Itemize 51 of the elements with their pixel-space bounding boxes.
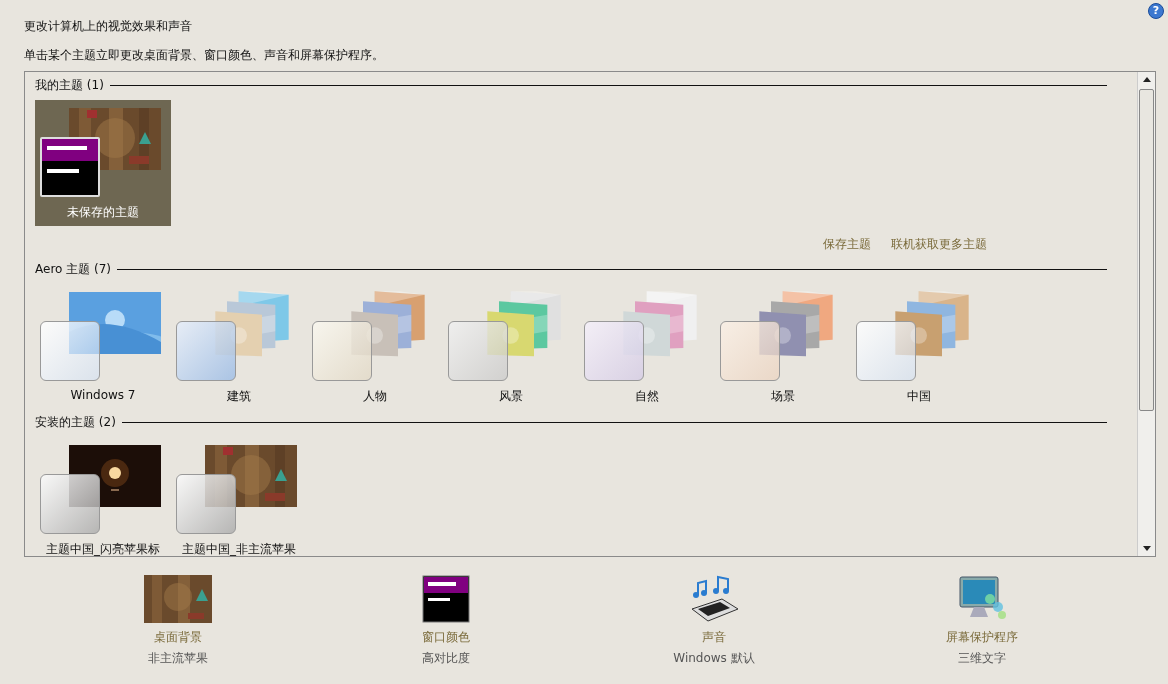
theme-item[interactable]: 场景 (715, 284, 851, 410)
group-title: Aero 主题 (7) (35, 261, 112, 278)
theme-item[interactable]: 风景 (443, 284, 579, 410)
theme-item[interactable]: 中国 (851, 284, 987, 410)
theme-name: 未保存的主题 (67, 204, 139, 221)
theme-item[interactable]: 人物 (307, 284, 443, 410)
page-title: 更改计算机上的视觉效果和声音 (24, 18, 193, 35)
window-color-tile (312, 321, 372, 381)
setting-value: 三维文字 (958, 650, 1006, 667)
window-color-tile (176, 321, 236, 381)
setting-link[interactable]: 窗口颜色 (422, 629, 470, 646)
theme-item[interactable]: 主题中国_非主流苹果 (171, 437, 307, 556)
scroll-up-icon[interactable] (1142, 77, 1151, 82)
window-color-tile (720, 321, 780, 381)
theme-name: 场景 (771, 388, 795, 405)
window-color-tile (176, 474, 236, 534)
theme-name: 自然 (635, 388, 659, 405)
link[interactable]: 联机获取更多主题 (891, 236, 987, 253)
setting-link[interactable]: 声音 (702, 629, 726, 646)
page-subtitle: 单击某个主题立即更改桌面背景、窗口颜色、声音和屏幕保护程序。 (24, 47, 385, 64)
window-color-tile (40, 321, 100, 381)
scrollbar[interactable] (1137, 72, 1155, 556)
theme-item[interactable]: 未保存的主题 (35, 100, 171, 226)
theme-item[interactable]: 主题中国_闪亮苹果标 (35, 437, 171, 556)
theme-item[interactable]: Windows 7 (35, 284, 171, 410)
theme-name: 建筑 (227, 388, 251, 405)
help-button[interactable]: ? (1148, 3, 1164, 19)
setting-value: 非主流苹果 (148, 650, 208, 667)
setting-value: 高对比度 (422, 650, 470, 667)
setting-value: Windows 默认 (673, 650, 755, 667)
window-color-tile (40, 137, 100, 197)
window-color-tile (856, 321, 916, 381)
setting-link[interactable]: 屏幕保护程序 (946, 629, 1018, 646)
window-color-tile (40, 474, 100, 534)
window-color-tile (448, 321, 508, 381)
theme-name: 人物 (363, 388, 387, 405)
setting-link[interactable]: 桌面背景 (154, 629, 202, 646)
group-title: 安装的主题 (2) (35, 414, 116, 431)
theme-item[interactable]: 建筑 (171, 284, 307, 410)
scrollbar-thumb[interactable] (1139, 89, 1154, 411)
window-color-tile (584, 321, 644, 381)
theme-name: 中国 (907, 388, 931, 405)
window-color-icon (422, 575, 470, 623)
theme-item[interactable]: 自然 (579, 284, 715, 410)
theme-name: Windows 7 (70, 388, 136, 402)
theme-name: 主题中国_非主流苹果 (182, 541, 296, 556)
group-title: 我的主题 (1) (35, 77, 104, 94)
scroll-down-icon[interactable] (1142, 546, 1151, 551)
theme-name: 风景 (499, 388, 523, 405)
link[interactable]: 保存主题 (823, 236, 871, 253)
theme-name: 主题中国_闪亮苹果标 (46, 541, 160, 556)
